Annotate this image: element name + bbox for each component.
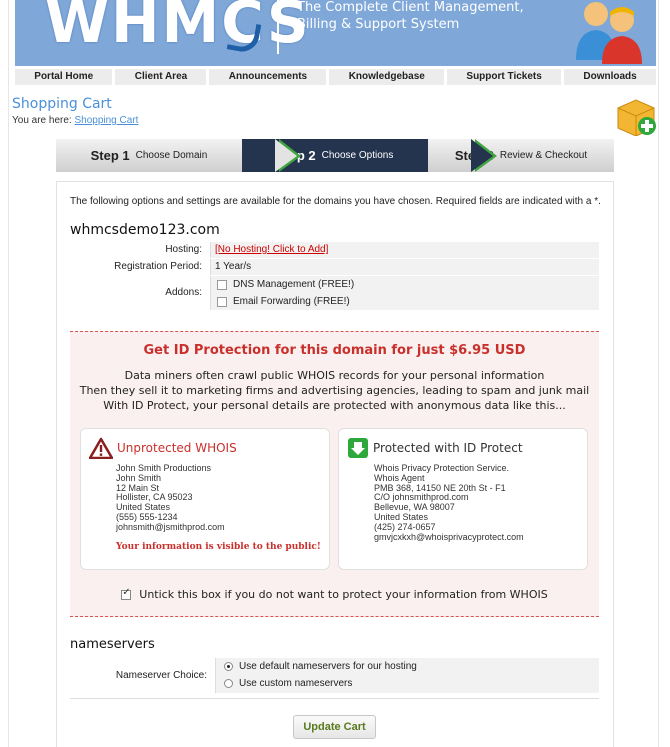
hosting-row: Hosting: [No Hosting! Click to Add] [70,242,599,258]
step-choose-options[interactable]: Step 2 Choose Options [242,139,428,172]
intro-text: The following options and settings are a… [70,196,601,207]
breadcrumb-link-shopping-cart[interactable]: Shopping Cart [74,115,138,126]
nav-client-area[interactable]: Client Area [115,69,207,85]
id-protect-option: Untick this box if you do not want to pr… [70,587,599,601]
people-icon [576,2,642,64]
addons-row: Addons: DNS Management (FREE!) Email For… [70,276,599,310]
protected-whois-card: Protected with ID Protect Whois Privacy … [338,428,588,570]
unprotected-whois-details: John Smith Productions John Smith 12 Mai… [116,463,225,533]
promo-text: With ID Protect, your personal details a… [103,399,566,412]
nav-knowledgebase[interactable]: Knowledgebase [329,69,445,85]
id-protection-promo: Get ID Protection for this domain for ju… [70,331,599,617]
nameserver-option-default: Use default nameservers for our hosting [220,658,599,675]
promo-text: Then they sell it to marketing firms and… [79,384,590,397]
addons-label: Addons: [165,287,202,298]
whois-line: gmvjcxkxh@whoisprivacyprotect.com [374,531,524,542]
id-protect-checkbox[interactable] [121,587,132,600]
nameserver-options: Use default nameservers for our hosting … [215,658,599,693]
unprotected-whois-title: Unprotected WHOIS [117,441,237,455]
unprotected-whois-card: Unprotected WHOIS John Smith Productions… [80,428,330,570]
addon-label: DNS Management (FREE!) [233,278,355,290]
nameserver-option-custom: Use custom nameservers [220,675,599,692]
step-number: Step 1 [90,148,130,163]
hosting-label: Hosting: [165,244,202,255]
nav-downloads[interactable]: Downloads [564,69,657,85]
addons-list: DNS Management (FREE!) Email Forwarding … [210,276,599,310]
addon-email-forwarding: Email Forwarding (FREE!) [215,293,599,310]
step-arrow-icon [275,139,297,172]
hosting-value: [No Hosting! Click to Add] [210,242,599,258]
promo-text: Data miners often crawl public WHOIS rec… [124,369,545,382]
header-banner: WHMCS The Complete Client Management, Bi… [15,0,656,66]
default-nameservers-radio[interactable] [224,662,233,671]
addon-dns-management: DNS Management (FREE!) [215,276,599,293]
breadcrumb: You are here: Shopping Cart [12,115,138,126]
whois-line: johnsmith@jsmithprod.com [116,521,225,532]
options-panel: The following options and settings are a… [56,181,614,747]
step-choose-domain[interactable]: Step 1 Choose Domain [56,139,242,172]
protected-whois-details: Whois Privacy Protection Service. Whois … [374,463,524,542]
nameserver-choice-label: Nameserver Choice: [115,670,207,681]
radio-label: Use custom nameservers [239,677,353,689]
nav-support-tickets[interactable]: Support Tickets [447,69,562,85]
addon-label: Email Forwarding (FREE!) [233,295,350,307]
whois-header: Unprotected WHOIS [89,437,237,459]
public-visibility-warning: Your information is visible to the publi… [116,542,321,552]
registration-period-label: Registration Period: [114,261,202,272]
tagline-line1: The Complete Client Management, [297,0,524,15]
step-label: Choose Domain [135,150,208,161]
step-arrow-icon [471,139,493,172]
tagline-line2: Billing & Support System [297,17,460,32]
shield-download-icon [348,438,368,458]
radio-label: Use default nameservers for our hosting [239,660,417,672]
promo-title: Get ID Protection for this domain for ju… [143,343,526,358]
domain-name: whmcsdemo123.com [70,222,220,238]
update-cart-button[interactable]: Update Cart [293,715,376,739]
logo[interactable]: WHMCS [45,0,311,56]
protected-whois-title: Protected with ID Protect [373,441,523,455]
banner-divider [277,0,279,54]
checkout-steps: Step 1 Choose Domain Step 2 Choose Optio… [56,139,614,172]
custom-nameservers-radio[interactable] [224,679,233,688]
id-protect-label[interactable]: Untick this box if you do not want to pr… [139,588,547,601]
breadcrumb-prefix: You are here: [12,115,72,126]
registration-period-row: Registration Period: 1 Year/s [70,259,599,275]
divider [70,698,599,699]
nameservers-heading: nameservers [70,637,155,652]
nav-announcements[interactable]: Announcements [209,69,327,85]
main-nav: Portal Home Client Area Announcements Kn… [15,69,657,85]
page-title: Shopping Cart [12,96,112,112]
email-forwarding-checkbox[interactable] [217,296,227,307]
step-review-checkout[interactable]: Step 3 Review & Checkout [428,139,614,172]
add-hosting-link[interactable]: [No Hosting! Click to Add] [215,244,328,255]
warning-icon [89,437,113,459]
nav-portal-home[interactable]: Portal Home [15,69,113,85]
step-label: Review & Checkout [499,150,588,161]
dns-management-checkbox[interactable] [217,279,227,290]
cart-add-icon [617,99,656,136]
nameserver-choice-row: Nameserver Choice: Use default nameserve… [70,658,599,693]
step-label: Choose Options [321,150,394,161]
whois-header: Protected with ID Protect [347,437,523,459]
registration-period-value: 1 Year/s [210,259,599,275]
